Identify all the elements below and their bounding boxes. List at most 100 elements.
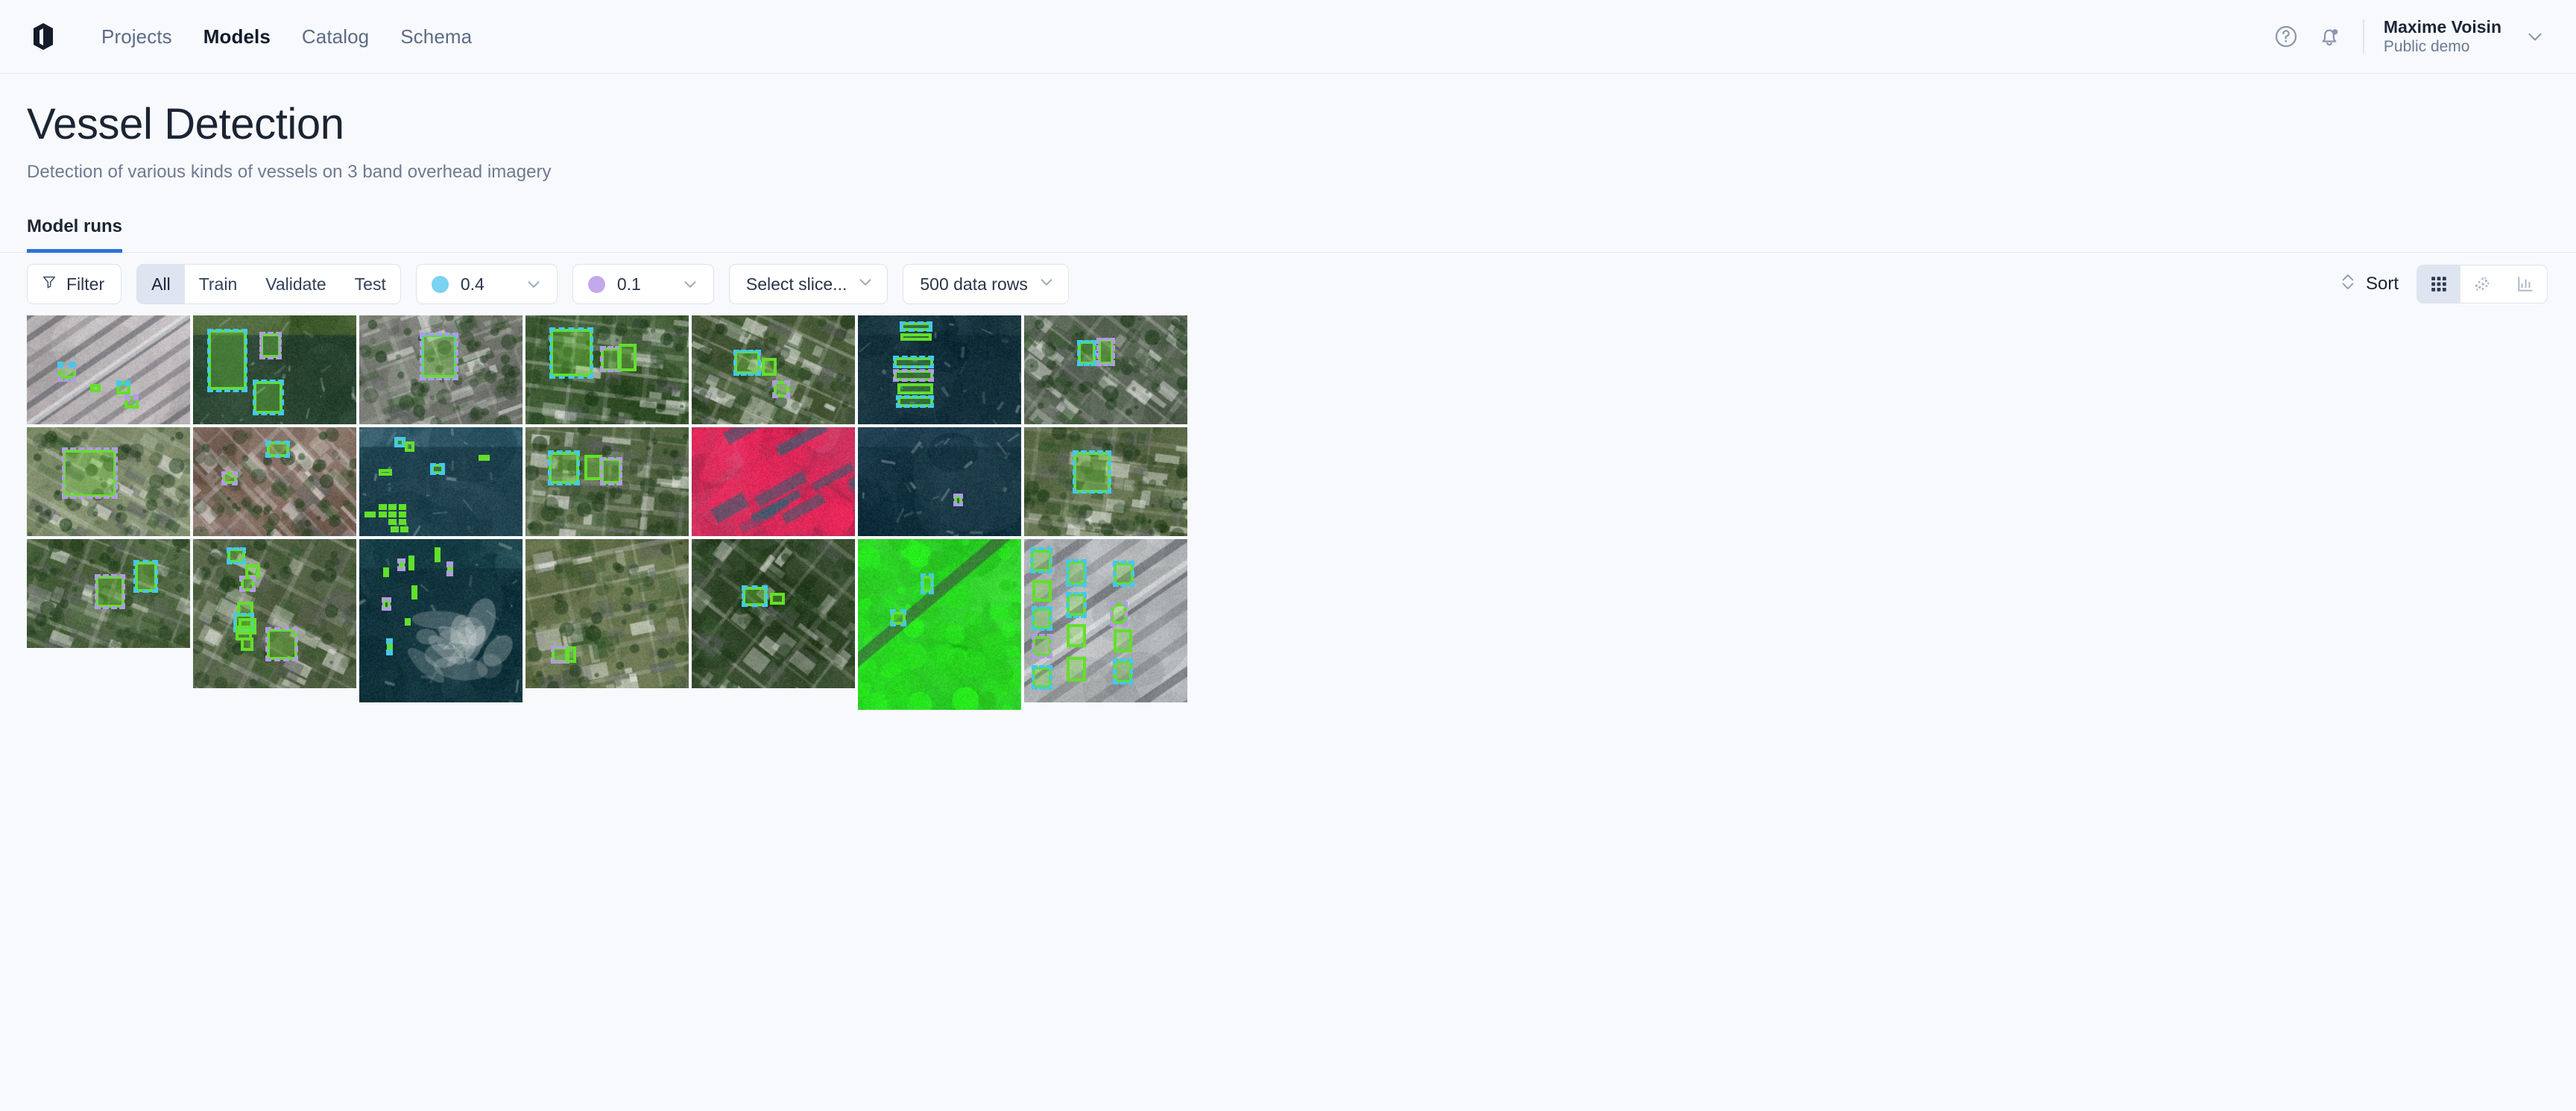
satellite-image [27,315,190,425]
gallery-column [193,315,356,689]
nav-link-projects[interactable]: Projects [101,25,172,48]
grid-view-button[interactable] [2417,265,2460,303]
image-gallery-grid [0,315,2576,1111]
gallery-image-cell[interactable] [525,539,689,689]
top-navigation-bar: Projects Models Catalog Schema Maxime Vo… [0,0,2576,74]
view-mode-toggle [2416,265,2548,304]
gallery-image-cell[interactable] [692,539,855,689]
gallery-image-cell[interactable] [692,315,855,425]
data-rows-value: 500 data rows [920,274,1028,294]
sort-button-label: Sort [2365,274,2399,295]
satellite-image [692,315,855,425]
threshold-a-color-dot [431,275,449,293]
sort-button[interactable]: Sort [2339,271,2399,298]
split-segmented-control: All Train Validate Test [136,264,401,305]
split-all[interactable]: All [137,265,185,304]
gallery-image-cell[interactable] [525,315,689,425]
chevron-down-icon [856,272,875,296]
gallery-column [525,315,689,689]
user-org: Public demo [2383,38,2470,56]
filter-button-label: Filter [66,274,105,294]
satellite-image [193,539,356,689]
satellite-image [1024,427,1187,537]
help-circle-icon[interactable] [2264,15,2308,58]
nav-link-schema[interactable]: Schema [400,25,472,48]
satellite-image [858,315,1021,425]
page-subtitle: Detection of various kinds of vessels on… [27,162,552,183]
satellite-image [1024,315,1187,425]
threshold-b-value: 0.1 [616,274,641,294]
tab-bar: Model runs [0,215,2576,254]
satellite-image [193,315,356,425]
filter-button[interactable]: Filter [27,264,122,305]
gallery-column [858,315,1021,711]
user-name: Maxime Voisin [2383,16,2501,37]
top-nav-right-cluster: Maxime Voisin Public demo [2264,15,2546,58]
nav-link-models[interactable]: Models [203,25,271,48]
gallery-image-cell[interactable] [692,427,855,537]
slice-select[interactable]: Select slice... [728,264,888,305]
satellite-image [359,539,523,703]
nav-link-catalog[interactable]: Catalog [302,25,369,48]
gallery-image-cell[interactable] [858,427,1021,537]
satellite-image [692,539,855,689]
data-rows-select[interactable]: 500 data rows [903,264,1069,305]
bar-chart-view-button[interactable] [2504,265,2547,303]
tab-model-runs[interactable]: Model runs [27,216,123,254]
satellite-image [525,315,689,425]
satellite-image [525,427,689,537]
user-identity: Maxime Voisin Public demo [2384,16,2501,57]
gallery-column [692,315,855,689]
gallery-column [27,315,190,649]
primary-nav-links: Projects Models Catalog Schema [101,25,472,48]
gallery-image-cell[interactable] [1024,427,1187,537]
satellite-image [692,427,855,537]
gallery-column [1024,315,1187,703]
threshold-b-color-dot [587,275,605,293]
satellite-image [1024,539,1187,703]
gallery-image-cell[interactable] [193,539,356,689]
toolbar-right-cluster: Sort [2339,265,2548,304]
sort-updown-icon [2339,271,2357,298]
filter-toolbar: Filter All Train Validate Test 0.4 0.1 S… [0,253,2576,315]
satellite-image [27,427,190,537]
satellite-image [359,427,523,537]
gallery-image-cell[interactable] [27,427,190,537]
satellite-image [858,427,1021,537]
bell-icon[interactable] [2308,15,2351,58]
gallery-image-cell[interactable] [359,539,523,703]
threshold-a-select[interactable]: 0.4 [415,264,558,305]
satellite-image [525,539,689,689]
gallery-image-cell[interactable] [27,539,190,649]
chevron-down-icon[interactable] [2524,25,2546,48]
gallery-image-cell[interactable] [858,539,1021,711]
satellite-image [193,427,356,537]
gallery-image-cell[interactable] [1024,539,1187,703]
gallery-column [359,315,523,703]
split-test[interactable]: Test [341,265,400,303]
gallery-image-cell[interactable] [193,427,356,537]
gallery-image-cell[interactable] [1024,315,1187,425]
cube-logo-icon[interactable] [27,20,60,53]
gallery-image-cell[interactable] [193,315,356,425]
gallery-image-cell[interactable] [858,315,1021,425]
threshold-b-select[interactable]: 0.1 [572,264,714,305]
gallery-image-cell[interactable] [359,315,523,425]
page-title: Vessel Detection [27,100,344,148]
gallery-image-cell[interactable] [525,427,689,537]
page-header: Vessel Detection Detection of various ki… [0,74,2576,183]
split-train[interactable]: Train [185,265,252,303]
nav-divider [2362,19,2364,54]
user-menu[interactable]: Maxime Voisin Public demo [2384,16,2546,57]
funnel-icon [41,274,57,295]
threshold-a-value: 0.4 [460,274,484,294]
satellite-image [27,539,190,649]
slice-value: Select slice... [745,274,847,294]
split-validate[interactable]: Validate [251,265,340,303]
satellite-image [359,315,523,425]
satellite-image [858,539,1021,711]
gallery-image-cell[interactable] [359,427,523,537]
scatter-view-button[interactable] [2460,265,2504,303]
gallery-image-cell[interactable] [27,315,190,425]
chevron-down-icon [1037,272,1056,296]
